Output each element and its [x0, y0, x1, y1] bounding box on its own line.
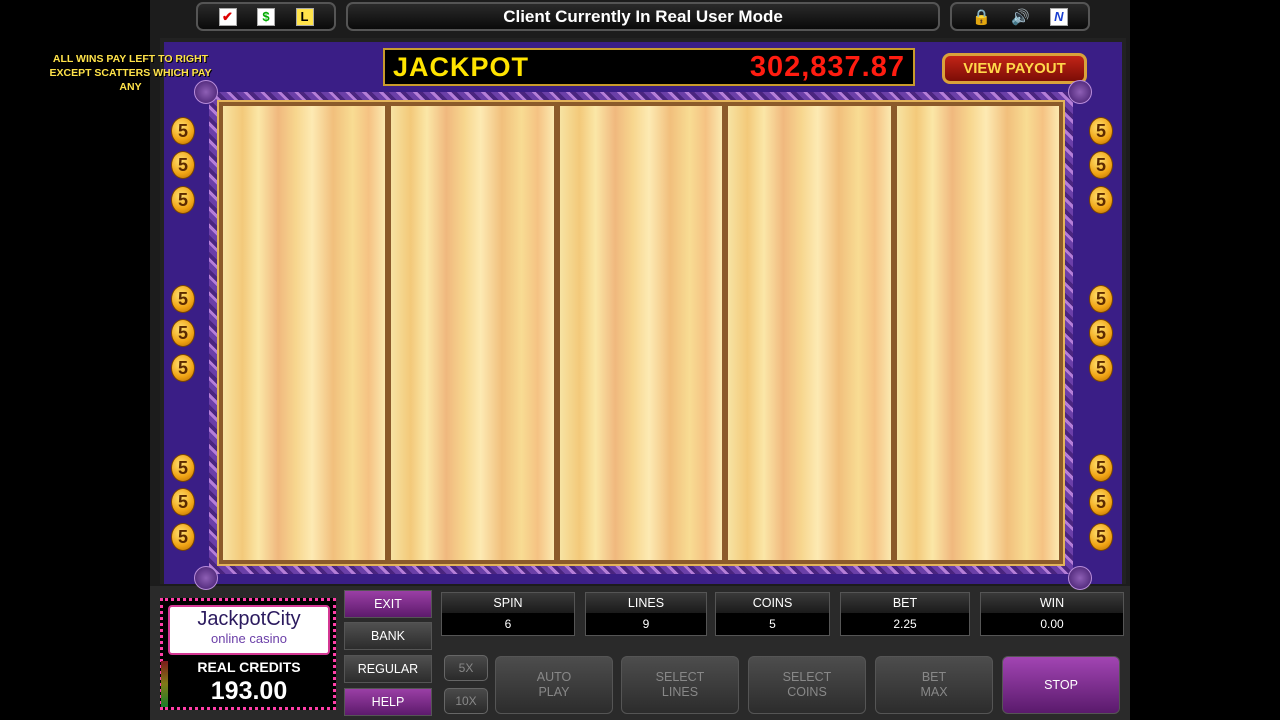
- top-right-toolbar: 🔒 🔊 N: [950, 2, 1090, 31]
- speaker-icon[interactable]: 🔊: [1011, 8, 1030, 26]
- line-marker-left[interactable]: 5: [171, 151, 195, 179]
- select-lines-button[interactable]: SELECT LINES: [621, 656, 739, 714]
- reel-3: [559, 106, 723, 560]
- reel-4: [728, 106, 891, 560]
- line-marker-right[interactable]: 5: [1089, 454, 1113, 482]
- status-text: Client Currently In Real User Mode: [503, 6, 783, 26]
- view-payout-button[interactable]: VIEW PAYOUT: [942, 53, 1087, 84]
- stat-value: 2.25: [893, 617, 917, 631]
- reel-2: [391, 106, 554, 560]
- real-credits-value: 193.00: [210, 677, 288, 705]
- dollar-icon[interactable]: $: [257, 7, 275, 26]
- n-icon[interactable]: N: [1049, 7, 1068, 26]
- stat-label: COINS: [716, 593, 829, 613]
- button-line-1: STOP: [1044, 677, 1078, 692]
- checkmark-icon[interactable]: ✔: [218, 7, 237, 26]
- select-coins-button[interactable]: SELECT COINS: [748, 656, 866, 714]
- real-credits-label: REAL CREDITS: [197, 659, 301, 675]
- line-marker-left[interactable]: 5: [171, 454, 195, 482]
- coins-display: COINS 5: [715, 592, 830, 636]
- bank-button[interactable]: BANK: [344, 622, 432, 650]
- line-marker-left[interactable]: 5: [171, 488, 195, 516]
- button-line-1: AUTO: [536, 670, 572, 684]
- button-line-1: SELECT: [655, 670, 705, 684]
- jackpot-value: 302,837.87: [749, 50, 905, 83]
- line-marker-right[interactable]: 5: [1089, 186, 1113, 214]
- jackpot-label: JACKPOT: [393, 51, 530, 82]
- line-marker-right[interactable]: 5: [1089, 117, 1113, 145]
- stat-label: SPIN: [442, 593, 574, 613]
- button-line-2: PLAY: [538, 685, 570, 699]
- line-marker-left[interactable]: 5: [171, 354, 195, 382]
- corner-ornament: [194, 80, 218, 104]
- reel-1: [223, 106, 386, 560]
- reels: [217, 100, 1065, 566]
- line-marker-right[interactable]: 5: [1089, 285, 1113, 313]
- corner-ornament: [1068, 80, 1092, 104]
- bet-display: BET 2.25: [840, 592, 970, 636]
- win-display: WIN 0.00: [980, 592, 1124, 636]
- line-marker-left[interactable]: 5: [171, 319, 195, 347]
- line-marker-left[interactable]: 5: [171, 186, 195, 214]
- status-bar: Client Currently In Real User Mode: [346, 2, 940, 31]
- brand-subtitle: online casino: [211, 631, 287, 646]
- top-left-toolbar: ✔ $ L: [196, 2, 336, 31]
- exit-button[interactable]: EXIT: [344, 590, 432, 618]
- jackpot-display: JACKPOT 302,837.87: [383, 48, 915, 86]
- lock-icon[interactable]: 🔒: [972, 8, 991, 26]
- stat-label: WIN: [981, 593, 1123, 613]
- line-marker-right[interactable]: 5: [1089, 151, 1113, 179]
- credit-meter: [161, 661, 168, 707]
- button-line-2: COINS: [787, 685, 827, 699]
- line-marker-left[interactable]: 5: [171, 523, 195, 551]
- multiplier-5x-button[interactable]: 5X: [444, 655, 488, 681]
- line-marker-right[interactable]: 5: [1089, 523, 1113, 551]
- stat-value: 9: [642, 617, 650, 631]
- help-button[interactable]: HELP: [344, 688, 432, 716]
- stat-label: BET: [841, 593, 969, 613]
- stop-button[interactable]: STOP: [1002, 656, 1120, 714]
- button-line-1: BET: [921, 670, 947, 684]
- bet-max-button[interactable]: BET MAX: [875, 656, 993, 714]
- regular-button[interactable]: REGULAR: [344, 655, 432, 683]
- stat-value: 0.00: [1040, 617, 1064, 631]
- line-marker-right[interactable]: 5: [1089, 354, 1113, 382]
- line-marker-left[interactable]: 5: [171, 117, 195, 145]
- line-marker-left[interactable]: 5: [171, 285, 195, 313]
- stat-value: 6: [504, 617, 512, 631]
- button-line-1: SELECT: [782, 670, 832, 684]
- button-line-2: MAX: [920, 685, 948, 699]
- l-icon[interactable]: L: [295, 7, 314, 26]
- brand-name: JackpotCity: [197, 608, 301, 630]
- stat-label: LINES: [586, 593, 706, 613]
- line-marker-right[interactable]: 5: [1089, 488, 1113, 516]
- corner-ornament: [1068, 566, 1092, 590]
- corner-ornament: [194, 566, 218, 590]
- reel-5: [896, 106, 1060, 560]
- line-marker-right[interactable]: 5: [1089, 319, 1113, 347]
- casino-logo: JackpotCity online casino: [168, 605, 330, 655]
- spin-display: SPIN 6: [441, 592, 575, 636]
- multiplier-10x-button[interactable]: 10X: [444, 688, 488, 714]
- auto-play-button[interactable]: AUTO PLAY: [495, 656, 613, 714]
- lines-display: LINES 9: [585, 592, 707, 636]
- stat-value: 5: [769, 617, 776, 631]
- button-line-2: LINES: [661, 685, 699, 699]
